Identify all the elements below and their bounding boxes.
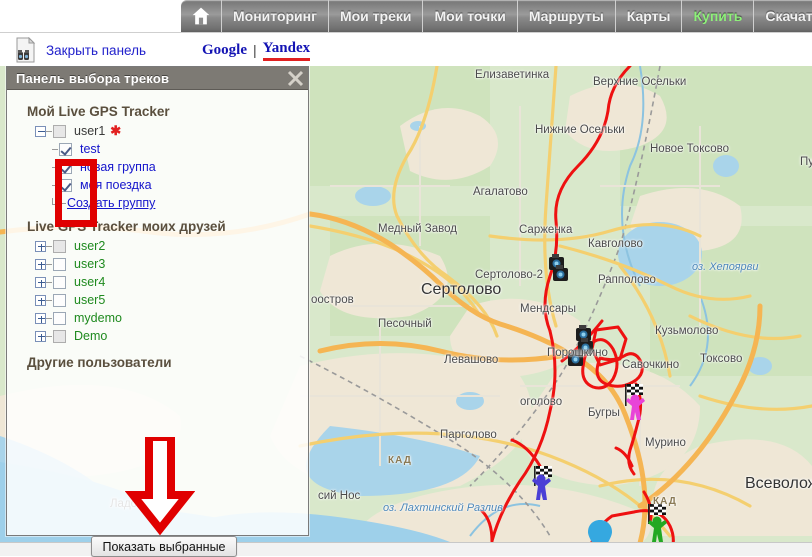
tree-connector bbox=[52, 198, 59, 205]
tab-my-tracks[interactable]: Мои треки bbox=[329, 0, 424, 32]
close-panel-button[interactable]: Закрыть панель bbox=[14, 37, 146, 63]
tree-label-user2: user2 bbox=[74, 239, 105, 253]
sub-toolbar: Закрыть панель Google | Yandex bbox=[0, 32, 812, 66]
tree-connector bbox=[59, 203, 66, 204]
tab-routes[interactable]: Маршруты bbox=[518, 0, 616, 32]
tree-row-my-trip[interactable]: моя поездка bbox=[27, 176, 308, 194]
tree-connector bbox=[52, 149, 58, 150]
document-binoculars-icon bbox=[14, 37, 38, 63]
tree-label-user3: user3 bbox=[74, 257, 105, 271]
tab-monitoring-label: Мониторинг bbox=[233, 8, 317, 24]
section-friends-heading: Live GPS Tracker моих друзей bbox=[27, 219, 308, 234]
tree-label-user4: user4 bbox=[74, 275, 105, 289]
tree-label-test: test bbox=[80, 142, 100, 156]
tree-row-demo[interactable]: Demo bbox=[27, 327, 308, 345]
arrow-annotation bbox=[125, 437, 195, 537]
tree-connector bbox=[46, 246, 52, 247]
tree-row-user5[interactable]: user5 bbox=[27, 291, 308, 309]
tree-row-mydemo[interactable]: mydemo bbox=[27, 309, 308, 327]
tree-row-new-group[interactable]: новая группа bbox=[27, 158, 308, 176]
expand-icon-user4[interactable] bbox=[35, 277, 46, 288]
tree-connector bbox=[46, 318, 52, 319]
tab-routes-label: Маршруты bbox=[529, 8, 604, 24]
checkbox-new-group[interactable] bbox=[59, 161, 72, 174]
tree-label-new-group: новая группа bbox=[80, 160, 156, 174]
top-navigation-bar: Мониторинг Мои треки Мои точки Маршруты … bbox=[0, 0, 812, 32]
show-selected-button[interactable]: Показать выбранные bbox=[91, 536, 237, 557]
balloon-marker-icon bbox=[588, 520, 612, 542]
section-other-users-heading: Другие пользователи bbox=[27, 355, 308, 370]
tree-connector bbox=[46, 300, 52, 301]
panel-title: Панель выбора треков bbox=[16, 71, 169, 86]
home-button[interactable] bbox=[181, 0, 222, 32]
section-my-tracker-heading: Мой Live GPS Tracker bbox=[27, 104, 308, 119]
checkbox-user5[interactable] bbox=[53, 294, 66, 307]
create-group-row[interactable]: Создать группу bbox=[27, 194, 308, 212]
expand-icon-user3[interactable] bbox=[35, 259, 46, 270]
tree-label-user1: user1 bbox=[74, 124, 105, 138]
panel-body: Мой Live GPS Tracker user1 ✱ test новая … bbox=[7, 90, 308, 536]
tree-row-user3[interactable]: user3 bbox=[27, 255, 308, 273]
provider-google[interactable]: Google bbox=[202, 42, 247, 59]
tab-maps-label: Карты bbox=[627, 8, 671, 24]
collapse-icon-user1[interactable] bbox=[35, 126, 46, 137]
checkbox-my-trip[interactable] bbox=[59, 179, 72, 192]
panel-title-bar: Панель выбора треков bbox=[7, 67, 308, 90]
tree-label-mydemo: mydemo bbox=[74, 311, 122, 325]
expand-icon-mydemo[interactable] bbox=[35, 313, 46, 324]
owner-star-icon: ✱ bbox=[110, 123, 121, 139]
tree-row-user2[interactable]: user2 bbox=[27, 237, 308, 255]
create-group-link[interactable]: Создать группу bbox=[67, 196, 155, 210]
checkbox-user4[interactable] bbox=[53, 276, 66, 289]
expand-icon-demo[interactable] bbox=[35, 331, 46, 342]
checkbox-user2[interactable] bbox=[53, 240, 66, 253]
tree-connector bbox=[46, 336, 52, 337]
tree-connector bbox=[52, 167, 58, 168]
tab-my-points[interactable]: Мои точки bbox=[423, 0, 517, 32]
tree-connector bbox=[46, 282, 52, 283]
track-selection-panel: Панель выбора треков Мой Live GPS Tracke… bbox=[6, 66, 309, 536]
tree-label-my-trip: моя поездка bbox=[80, 178, 152, 192]
checkbox-mydemo[interactable] bbox=[53, 312, 66, 325]
tab-my-points-label: Мои точки bbox=[434, 8, 505, 24]
tree-label-demo: Demo bbox=[74, 329, 107, 343]
tree-row-user1[interactable]: user1 ✱ bbox=[27, 122, 308, 140]
checkbox-test[interactable] bbox=[59, 143, 72, 156]
tab-my-tracks-label: Мои треки bbox=[340, 8, 412, 24]
checkbox-demo[interactable] bbox=[53, 330, 66, 343]
tab-buy[interactable]: Купить bbox=[682, 0, 754, 32]
tab-monitoring[interactable]: Мониторинг bbox=[222, 0, 329, 32]
tree-row-user4[interactable]: user4 bbox=[27, 273, 308, 291]
nav-strip: Мониторинг Мои треки Мои точки Маршруты … bbox=[181, 0, 812, 32]
tab-buy-label: Купить bbox=[693, 8, 742, 24]
close-icon[interactable] bbox=[287, 70, 304, 87]
checkbox-user1[interactable] bbox=[53, 125, 66, 138]
tree-connector bbox=[46, 264, 52, 265]
tab-download[interactable]: Скачать bbox=[754, 0, 812, 32]
expand-icon-user2[interactable] bbox=[35, 241, 46, 252]
tab-maps[interactable]: Карты bbox=[616, 0, 683, 32]
provider-yandex[interactable]: Yandex bbox=[263, 40, 311, 61]
checkbox-user3[interactable] bbox=[53, 258, 66, 271]
tree-row-test[interactable]: test bbox=[27, 140, 308, 158]
tab-download-label: Скачать bbox=[765, 8, 812, 24]
tree-connector bbox=[46, 131, 52, 132]
tree-label-user5: user5 bbox=[74, 293, 105, 307]
tree-connector bbox=[52, 185, 58, 186]
provider-separator: | bbox=[253, 42, 257, 58]
expand-icon-user5[interactable] bbox=[35, 295, 46, 306]
map-provider-switcher: Google | Yandex bbox=[202, 40, 310, 61]
house-icon bbox=[191, 6, 211, 26]
close-panel-label: Закрыть панель bbox=[46, 43, 146, 58]
